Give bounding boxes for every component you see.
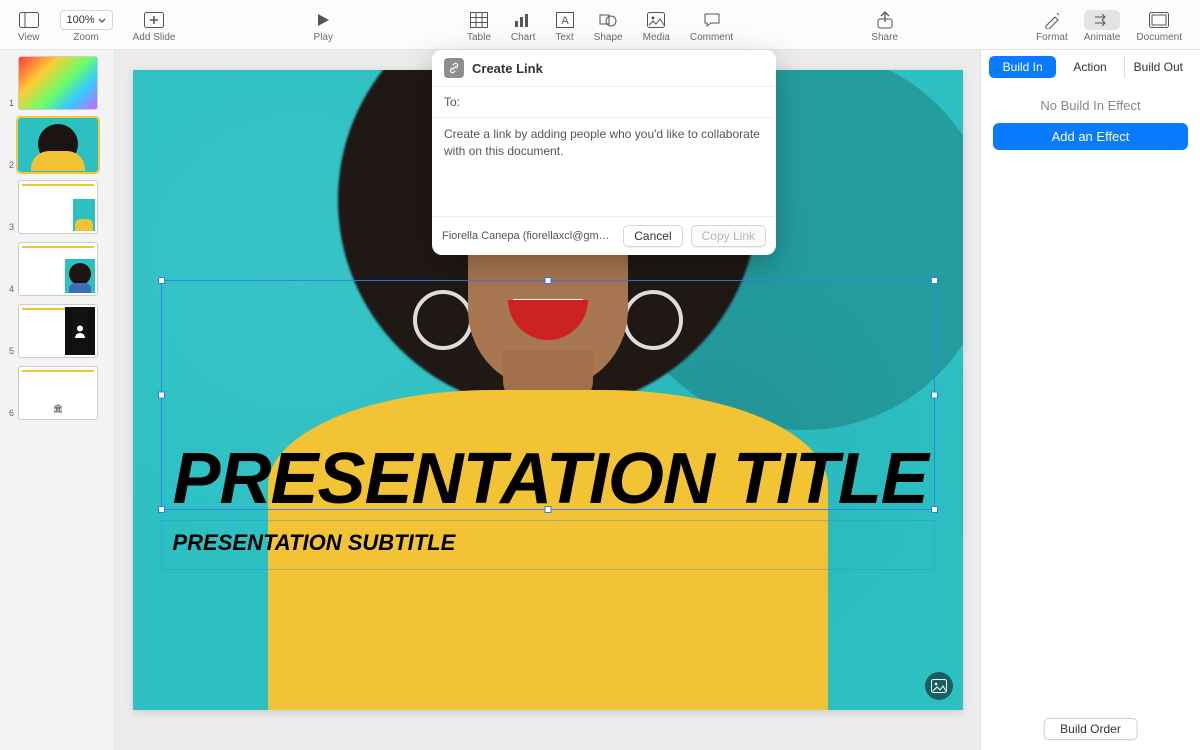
zoom-value-display: 100% bbox=[60, 9, 113, 31]
share-icon bbox=[877, 9, 893, 31]
add-effect-button[interactable]: Add an Effect bbox=[993, 123, 1188, 150]
tab-action[interactable]: Action bbox=[1056, 56, 1123, 78]
animate-button[interactable]: Animate bbox=[1076, 4, 1129, 48]
inspector-panel: Build In Action Build Out No Build In Ef… bbox=[980, 50, 1200, 750]
chart-icon bbox=[514, 9, 532, 31]
create-link-popover: Create Link To: Create a link by adding … bbox=[432, 50, 776, 255]
format-button[interactable]: Format bbox=[1028, 4, 1076, 48]
shape-button[interactable]: Shape bbox=[586, 4, 631, 48]
comment-icon bbox=[703, 9, 721, 31]
inspector-tabs: Build In Action Build Out bbox=[981, 50, 1200, 84]
format-icon bbox=[1043, 9, 1061, 31]
media-placeholder-button[interactable] bbox=[925, 672, 953, 700]
popover-footer: Fiorella Canepa (fiorellaxcl@gmail.com) … bbox=[432, 217, 776, 255]
image-icon bbox=[931, 679, 947, 693]
toolbar: View 100% Zoom Add Slide Play Table Char… bbox=[0, 0, 1200, 50]
cancel-button[interactable]: Cancel bbox=[623, 225, 682, 247]
text-icon: A bbox=[556, 9, 574, 31]
popover-description: Create a link by adding people who you'd… bbox=[432, 117, 776, 217]
nav-thumb: 🏛 bbox=[18, 366, 98, 420]
zoom-control[interactable]: 100% Zoom bbox=[52, 4, 121, 48]
slide-navigator[interactable]: 1 2 3 4 5 bbox=[0, 50, 115, 750]
svg-text:A: A bbox=[561, 15, 569, 27]
nav-slide-4[interactable]: 4 bbox=[4, 242, 108, 296]
nav-slide-3[interactable]: 3 bbox=[4, 180, 108, 234]
view-label: View bbox=[18, 33, 40, 43]
chart-button[interactable]: Chart bbox=[503, 4, 543, 48]
link-icon bbox=[444, 58, 464, 78]
nav-thumb bbox=[18, 118, 98, 172]
nav-slide-1[interactable]: 1 bbox=[4, 56, 108, 110]
comment-button[interactable]: Comment bbox=[682, 4, 741, 48]
document-button[interactable]: Document bbox=[1128, 4, 1190, 48]
nav-thumb bbox=[18, 242, 98, 296]
add-slide-button[interactable]: Add Slide bbox=[125, 4, 184, 48]
tab-build-in[interactable]: Build In bbox=[989, 56, 1056, 78]
person-icon bbox=[73, 324, 87, 338]
share-button[interactable]: Share bbox=[863, 4, 906, 48]
tab-build-out[interactable]: Build Out bbox=[1124, 56, 1192, 78]
popover-to-row[interactable]: To: bbox=[432, 86, 776, 117]
add-slide-icon bbox=[144, 9, 164, 31]
sidebar-toggle-icon bbox=[19, 9, 39, 31]
media-icon bbox=[647, 9, 665, 31]
table-button[interactable]: Table bbox=[459, 4, 499, 48]
slide-subtitle[interactable]: PRESENTATION SUBTITLE bbox=[173, 530, 456, 556]
slide-title[interactable]: PRESENTATION TITLE bbox=[173, 445, 923, 513]
nav-slide-2[interactable]: 2 bbox=[4, 118, 108, 172]
nav-thumb bbox=[18, 180, 98, 234]
bank-icon: 🏛 bbox=[53, 404, 63, 413]
play-icon bbox=[315, 9, 331, 31]
text-button[interactable]: A Text bbox=[547, 4, 581, 48]
add-slide-label: Add Slide bbox=[133, 33, 176, 43]
play-label: Play bbox=[314, 33, 333, 43]
media-button[interactable]: Media bbox=[635, 4, 678, 48]
nav-thumb bbox=[18, 56, 98, 110]
copy-link-button[interactable]: Copy Link bbox=[691, 225, 766, 247]
document-icon bbox=[1149, 9, 1169, 31]
inspector-message: No Build In Effect bbox=[981, 98, 1200, 113]
popover-header: Create Link bbox=[432, 50, 776, 86]
popover-to-label: To: bbox=[444, 95, 460, 109]
zoom-label: Zoom bbox=[73, 33, 99, 43]
chevron-down-icon bbox=[98, 18, 106, 23]
play-button[interactable]: Play bbox=[306, 4, 341, 48]
nav-slide-6[interactable]: 6 🏛 bbox=[4, 366, 108, 420]
popover-title: Create Link bbox=[472, 61, 543, 76]
popover-user: Fiorella Canepa (fiorellaxcl@gmail.com) bbox=[442, 230, 615, 242]
nav-slide-5[interactable]: 5 bbox=[4, 304, 108, 358]
build-order-button[interactable]: Build Order bbox=[1043, 718, 1138, 740]
table-icon bbox=[470, 9, 488, 31]
nav-thumb bbox=[18, 304, 98, 358]
shape-icon bbox=[599, 9, 617, 31]
view-button[interactable]: View bbox=[10, 4, 48, 48]
animate-icon bbox=[1084, 9, 1120, 31]
